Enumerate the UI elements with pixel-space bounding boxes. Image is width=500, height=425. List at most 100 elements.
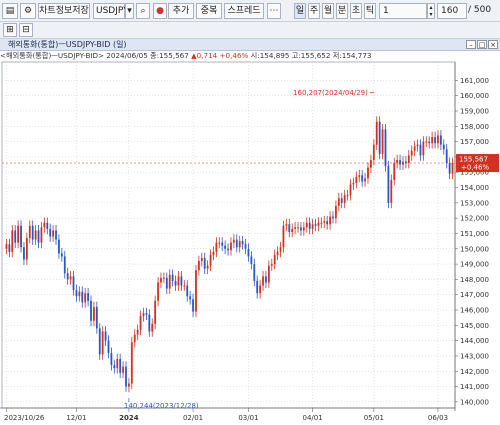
candle-body — [358, 175, 361, 177]
candle-body — [407, 155, 410, 164]
y-tick-label: 161,000 — [460, 77, 489, 85]
candle-body — [122, 366, 124, 373]
last-change-label: +0,46% — [461, 164, 489, 172]
candle-body — [413, 146, 416, 151]
candle-body — [434, 137, 436, 144]
candle-body — [285, 224, 288, 226]
candle-body — [11, 230, 14, 252]
candle-body — [250, 256, 253, 265]
candle-body — [95, 306, 98, 329]
candle-body — [171, 274, 174, 281]
candle-body — [416, 144, 419, 147]
candle-body — [300, 227, 302, 231]
candle-body — [60, 253, 63, 257]
candle-body — [8, 244, 11, 252]
candle-body — [241, 241, 244, 245]
candle-body — [221, 242, 224, 246]
candle-body — [439, 135, 442, 145]
x-tick-label: 03/01 — [238, 414, 258, 422]
candle-body — [20, 225, 22, 248]
y-tick-label: 148,000 — [460, 276, 489, 284]
candle-body — [23, 247, 25, 260]
candle-body — [297, 227, 299, 229]
candle-body — [337, 198, 340, 206]
candle-body — [410, 150, 413, 156]
candle-body — [186, 285, 189, 297]
candle-body — [279, 247, 282, 252]
candle-body — [282, 225, 285, 248]
candle-body — [174, 280, 177, 286]
y-tick-label: 141,000 — [460, 383, 489, 391]
candle-body — [387, 166, 390, 203]
candle-body — [355, 176, 358, 183]
candle-body — [314, 224, 317, 226]
candle-body — [192, 299, 194, 312]
candle-body — [302, 227, 305, 231]
candle-body — [104, 331, 107, 341]
candle-body — [332, 216, 334, 219]
candle-body — [98, 328, 101, 355]
y-tick-label: 147,000 — [460, 291, 489, 299]
y-tick-label: 140,000 — [460, 398, 489, 406]
candle-body — [93, 306, 95, 321]
candle-body — [151, 323, 154, 332]
candle-body — [294, 227, 297, 229]
candlestick-chart[interactable]: 140,000 141,000 142,000 143,000 144,000 145,0… — [0, 0, 500, 425]
candle-body — [40, 227, 43, 243]
y-tick-label: 143,000 — [460, 352, 489, 360]
candle-body — [189, 296, 192, 300]
candle-body — [215, 242, 218, 252]
candle-body — [232, 239, 235, 243]
candle-body — [370, 159, 372, 168]
candle-body — [361, 175, 364, 182]
candle-body — [200, 257, 203, 262]
candle-body — [259, 285, 262, 294]
candle-body — [230, 242, 232, 251]
candle-body — [133, 334, 136, 343]
candle-body — [168, 274, 171, 289]
candle-body — [431, 137, 434, 144]
candle-body — [270, 264, 273, 266]
y-tick-label: 144,000 — [460, 337, 489, 345]
candle-body — [165, 277, 168, 289]
candle-body — [66, 273, 69, 280]
y-tick-label: 158,000 — [460, 123, 489, 131]
candle-body — [119, 359, 122, 373]
candle-body — [320, 222, 323, 224]
candle-body — [81, 291, 84, 303]
candle-body — [52, 230, 55, 237]
y-tick-label: 151,000 — [460, 230, 489, 238]
candle-body — [125, 366, 127, 387]
candle-body — [142, 313, 145, 317]
candle-body — [244, 244, 247, 249]
candle-body — [183, 285, 186, 287]
candle-body — [110, 352, 113, 366]
candle-body — [63, 256, 66, 274]
y-axis: 140,000 141,000 142,000 143,000 144,000 145,0… — [455, 77, 489, 406]
candle-body — [235, 239, 238, 248]
candle-body — [69, 276, 72, 280]
y-tick-label: 159,000 — [460, 107, 489, 115]
candle-body — [157, 282, 159, 301]
candle-body — [367, 167, 369, 179]
candle-body — [343, 195, 346, 203]
candle-body — [399, 159, 401, 165]
candle-body — [305, 222, 308, 228]
candle-body — [90, 300, 92, 321]
annotation-high-label: 160,207(2024/04/29) — [293, 89, 368, 97]
candle-body — [346, 195, 349, 197]
candle-body — [340, 198, 343, 203]
candle-body — [384, 129, 387, 167]
candle-body — [206, 265, 209, 269]
plot-frame — [1, 61, 456, 409]
candle-body — [87, 293, 89, 301]
candle-body — [445, 149, 448, 164]
candle-body — [195, 270, 197, 312]
x-tick-label: 2023/10/26 — [4, 414, 45, 422]
candle-body — [451, 163, 454, 174]
candle-body — [291, 228, 294, 232]
y-tick-label: 146,000 — [460, 307, 489, 315]
candle-body — [25, 238, 28, 260]
y-tick-label: 149,000 — [460, 261, 489, 269]
candle-body — [218, 242, 221, 244]
